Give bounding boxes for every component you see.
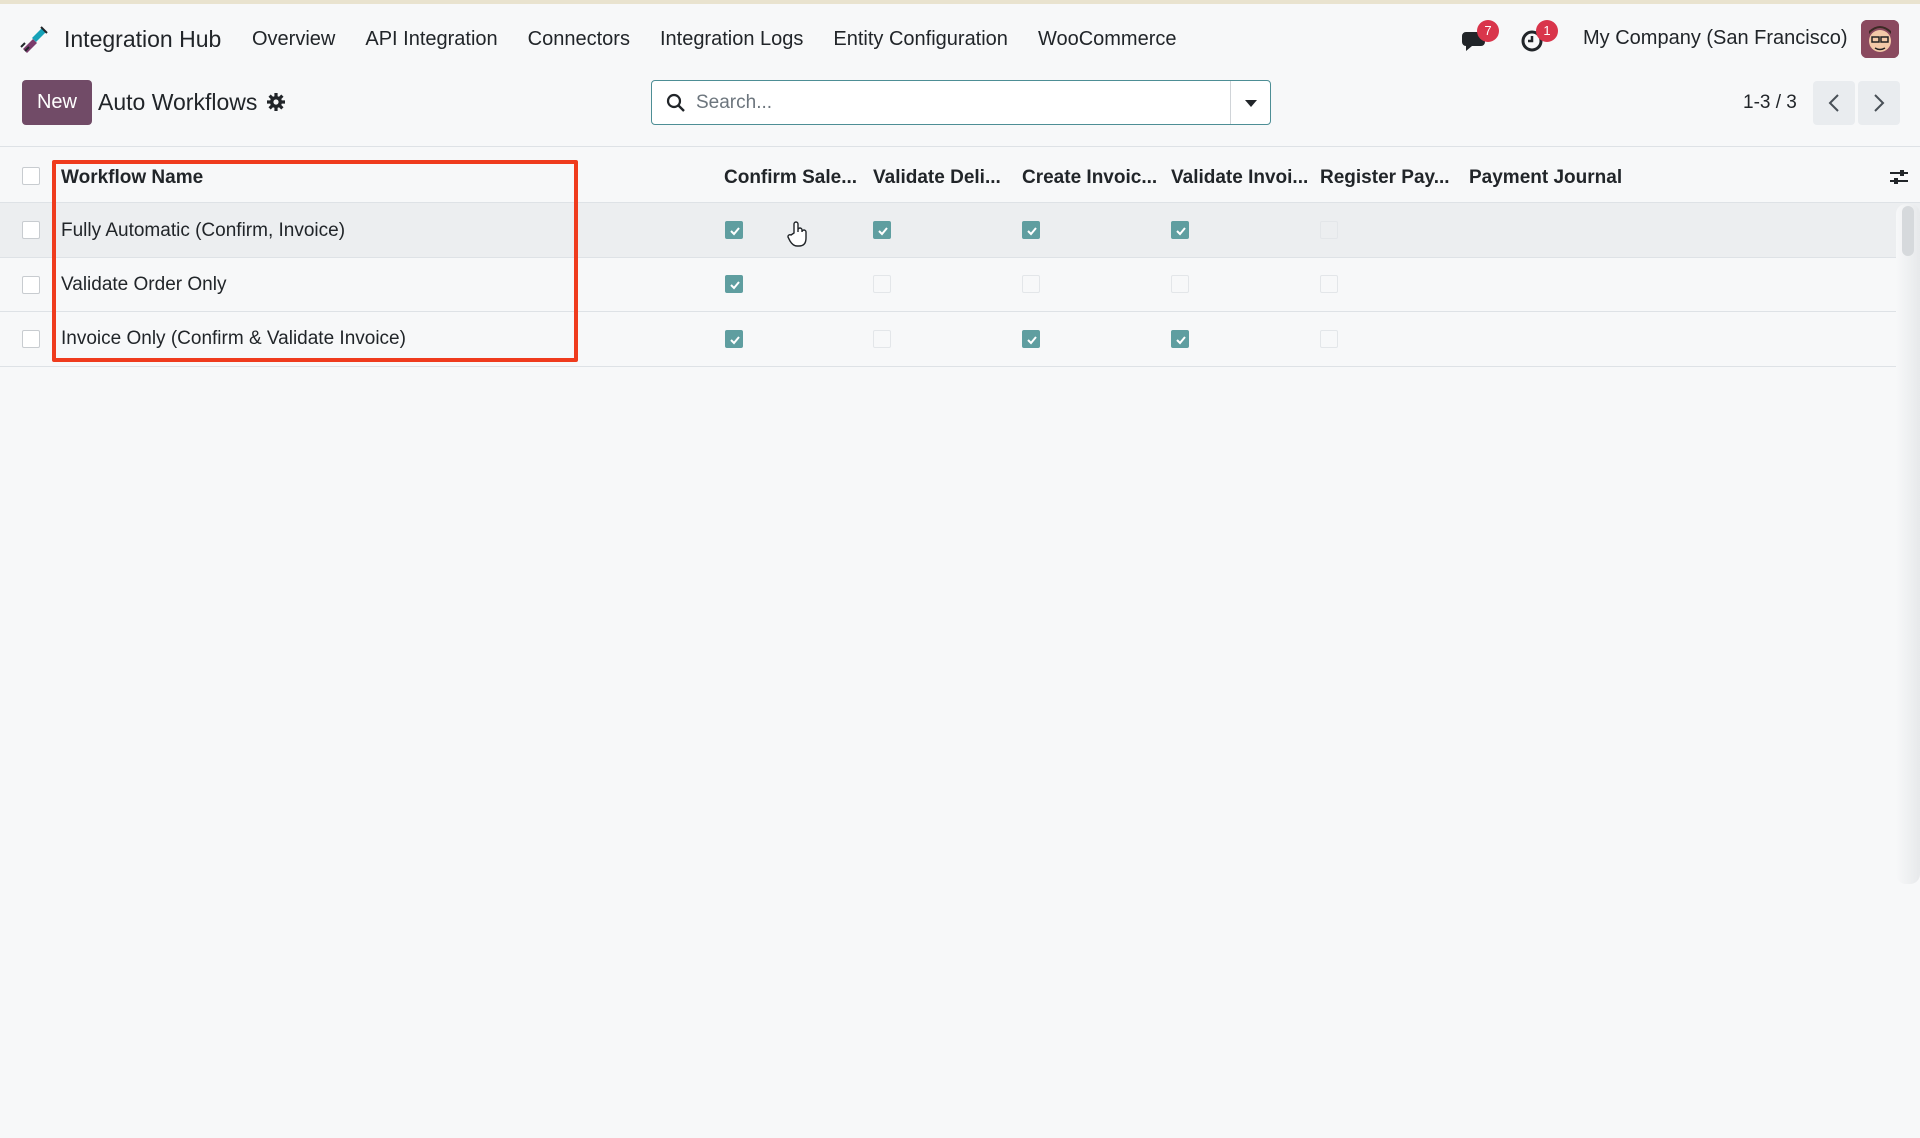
column-header-workflow-name[interactable]: Workflow Name	[61, 167, 203, 189]
check-icon	[730, 281, 740, 290]
menu-overview[interactable]: Overview	[252, 28, 335, 51]
search-icon	[666, 93, 685, 112]
select-all-checkbox[interactable]	[22, 167, 40, 185]
validate-delivery-checkbox[interactable]	[873, 275, 891, 293]
chevron-left-icon	[1828, 94, 1839, 112]
messages-button[interactable]: 7	[1461, 20, 1499, 54]
row-select-checkbox[interactable]	[22, 276, 40, 294]
menu-api-integration[interactable]: API Integration	[365, 28, 497, 51]
register-payment-checkbox[interactable]	[1320, 275, 1338, 293]
column-header-payment-journal[interactable]: Payment Journal	[1469, 167, 1622, 189]
confirm-sale-checkbox[interactable]	[725, 330, 743, 348]
avatar-image	[1861, 20, 1899, 58]
menu-entity-configuration[interactable]: Entity Configuration	[833, 28, 1008, 51]
search-input[interactable]	[696, 87, 1196, 119]
register-payment-checkbox[interactable]	[1320, 221, 1338, 239]
validate-invoice-checkbox[interactable]	[1171, 330, 1189, 348]
validate-invoice-checkbox[interactable]	[1171, 275, 1189, 293]
column-header-confirm-sale[interactable]: Confirm Sale...	[724, 167, 857, 189]
menu-woocommerce[interactable]: WooCommerce	[1038, 28, 1177, 51]
confirm-sale-checkbox[interactable]	[725, 275, 743, 293]
validate-invoice-checkbox[interactable]	[1171, 221, 1189, 239]
check-icon	[730, 336, 740, 345]
check-icon	[1027, 336, 1037, 345]
activities-button[interactable]: 1	[1520, 20, 1558, 54]
app-name[interactable]: Integration Hub	[64, 26, 221, 53]
validate-delivery-checkbox[interactable]	[873, 221, 891, 239]
menu-connectors[interactable]: Connectors	[528, 28, 630, 51]
scrollbar[interactable]	[1896, 204, 1920, 884]
top-navbar: Integration Hub Overview API Integration…	[0, 8, 1920, 70]
search-options-toggle[interactable]	[1230, 81, 1270, 124]
row-divider	[0, 366, 1920, 367]
page-title: Auto Workflows	[98, 89, 258, 115]
check-icon	[1176, 336, 1186, 345]
pager-next-button[interactable]	[1858, 81, 1900, 125]
workflow-name-cell[interactable]: Validate Order Only	[61, 274, 226, 296]
register-payment-checkbox[interactable]	[1320, 330, 1338, 348]
validate-delivery-checkbox[interactable]	[873, 330, 891, 348]
user-avatar[interactable]	[1861, 20, 1899, 58]
company-switcher[interactable]: My Company (San Francisco)	[1583, 27, 1848, 50]
pager-value[interactable]: 1-3 / 3	[1743, 92, 1797, 114]
create-invoice-checkbox[interactable]	[1022, 330, 1040, 348]
column-settings-icon[interactable]	[1888, 166, 1910, 188]
column-header-register-payment[interactable]: Register Pay...	[1320, 167, 1450, 189]
workflow-name-cell[interactable]: Invoice Only (Confirm & Validate Invoice…	[61, 328, 406, 350]
check-icon	[1176, 227, 1186, 236]
main-menu: Overview API Integration Connectors Inte…	[252, 28, 1207, 51]
workflow-name-cell[interactable]: Fully Automatic (Confirm, Invoice)	[61, 220, 345, 242]
search-bar	[651, 80, 1271, 125]
hand-cursor-icon	[787, 221, 807, 247]
check-icon	[730, 227, 740, 236]
chevron-right-icon	[1874, 94, 1885, 112]
table-row[interactable]	[0, 258, 1920, 312]
app-logo-icon[interactable]	[19, 23, 51, 55]
create-invoice-checkbox[interactable]	[1022, 221, 1040, 239]
scrollbar-thumb[interactable]	[1902, 206, 1914, 256]
check-icon	[878, 227, 888, 236]
new-button[interactable]: New	[22, 80, 92, 125]
gear-icon[interactable]	[266, 92, 286, 112]
messages-badge: 7	[1477, 20, 1499, 42]
column-header-validate-delivery[interactable]: Validate Deli...	[873, 167, 1001, 189]
pager-previous-button[interactable]	[1813, 81, 1855, 125]
app-window: Integration Hub Overview API Integration…	[0, 0, 1920, 1138]
activities-badge: 1	[1536, 20, 1558, 42]
confirm-sale-checkbox[interactable]	[725, 221, 743, 239]
row-select-checkbox[interactable]	[22, 330, 40, 348]
caret-down-icon	[1245, 100, 1257, 107]
table-top-border	[0, 146, 1920, 147]
row-select-checkbox[interactable]	[22, 221, 40, 239]
column-header-validate-invoice[interactable]: Validate Invoi...	[1171, 167, 1308, 189]
create-invoice-checkbox[interactable]	[1022, 275, 1040, 293]
check-icon	[1027, 227, 1037, 236]
column-header-create-invoice[interactable]: Create Invoic...	[1022, 167, 1157, 189]
menu-integration-logs[interactable]: Integration Logs	[660, 28, 803, 51]
